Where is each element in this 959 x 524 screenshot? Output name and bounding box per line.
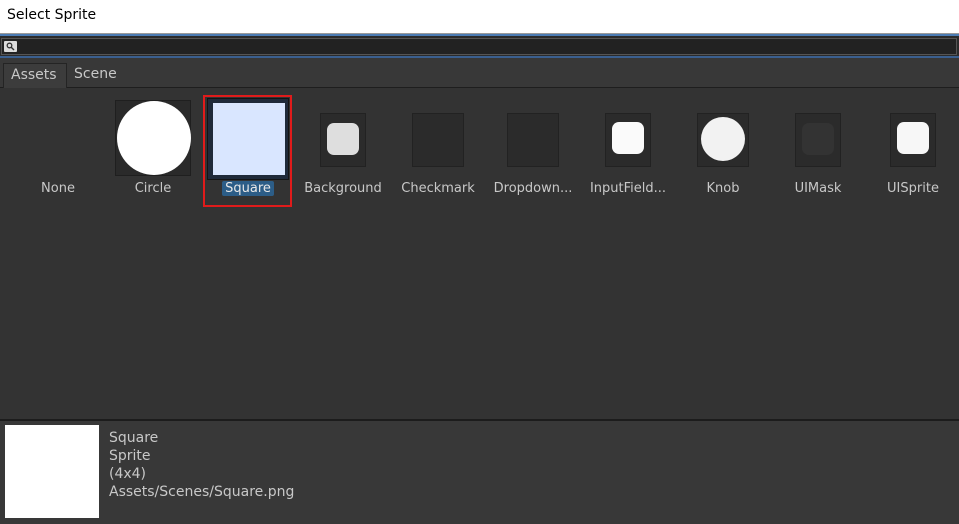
dropdown-sprite-icon: [507, 113, 559, 167]
preview-name: Square: [109, 430, 159, 446]
sprite-item-knob[interactable]: Knob: [676, 88, 770, 213]
preview-type: Sprite: [109, 448, 151, 464]
sprite-label: UISprite: [887, 181, 939, 196]
search-input[interactable]: [20, 39, 950, 54]
preview-path: Assets/Scenes/Square.png: [109, 484, 295, 500]
preview-thumbnail: [5, 425, 99, 518]
sprite-label: Background: [304, 181, 382, 196]
preview-size: (4x4): [109, 466, 147, 482]
sprite-item-uimask[interactable]: UIMask: [771, 88, 865, 213]
sprite-item-inputfield[interactable]: InputField...: [581, 88, 675, 213]
sprite-item-square[interactable]: Square: [201, 88, 295, 213]
tab-scene[interactable]: Scene: [67, 63, 127, 88]
sprite-item-uisprite[interactable]: UISprite: [866, 88, 959, 213]
tab-bar: Assets Scene: [0, 58, 959, 88]
sprite-item-background[interactable]: Background: [296, 88, 390, 213]
search-bar: [0, 34, 959, 58]
sprite-item-circle[interactable]: Circle: [106, 88, 200, 213]
sprite-label: Circle: [134, 181, 172, 196]
uisprite-sprite-icon: [890, 113, 936, 167]
sprite-item-checkmark[interactable]: Checkmark: [391, 88, 485, 213]
preview-info: Square Sprite (4x4) Assets/Scenes/Square…: [109, 429, 294, 501]
sprite-label: Dropdown...: [493, 181, 573, 196]
preview-panel: Square Sprite (4x4) Assets/Scenes/Square…: [0, 421, 959, 524]
square-sprite-icon: [207, 98, 289, 180]
window-title: Select Sprite: [7, 7, 97, 23]
sprite-label: UIMask: [794, 181, 842, 196]
sprite-item-none[interactable]: None: [11, 88, 105, 213]
circle-sprite-icon: [115, 100, 191, 176]
tab-assets[interactable]: Assets: [3, 63, 67, 88]
sprite-item-dropdown[interactable]: Dropdown...: [486, 88, 580, 213]
sprite-label: Square: [222, 181, 274, 196]
checkmark-sprite-icon: [412, 113, 464, 167]
search-field[interactable]: [1, 38, 957, 55]
sprite-grid: None Circle Square Background Checkmark …: [0, 88, 959, 419]
inputfield-sprite-icon: [605, 113, 651, 167]
sprite-label: None: [41, 181, 75, 196]
sprite-label: Checkmark: [401, 181, 475, 196]
sprite-label: InputField...: [589, 181, 667, 196]
uimask-sprite-icon: [795, 113, 841, 167]
title-bar: Select Sprite: [0, 0, 959, 34]
knob-sprite-icon: [697, 113, 749, 167]
sprite-label: Knob: [706, 181, 740, 196]
search-icon[interactable]: [4, 41, 17, 52]
background-sprite-icon: [320, 113, 366, 167]
